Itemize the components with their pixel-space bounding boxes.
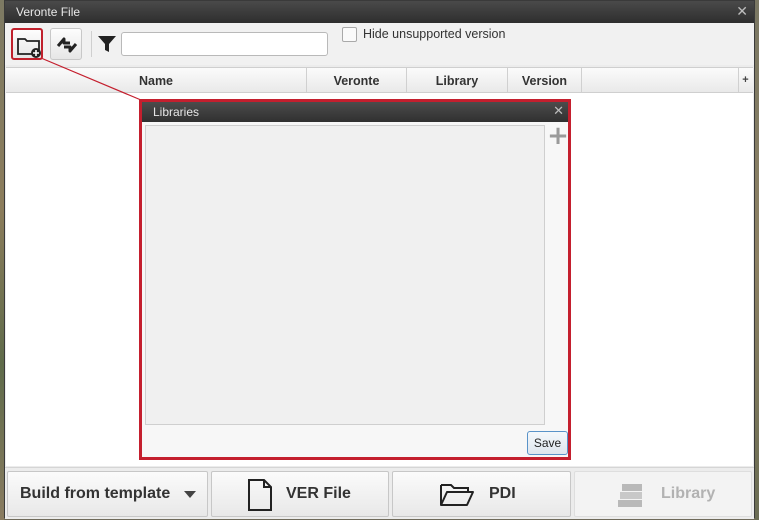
hide-unsupported-checkbox[interactable] <box>342 27 357 42</box>
folder-add-icon <box>17 38 41 58</box>
dialog-titlebar[interactable]: Libraries ✕ <box>142 102 568 122</box>
add-folder-button[interactable] <box>11 28 43 60</box>
window-title: Veronte File <box>16 5 81 19</box>
books-icon <box>618 484 642 507</box>
ver-file-button[interactable]: VER File <box>211 471 389 517</box>
column-header-version[interactable]: Version <box>508 68 582 92</box>
library-button[interactable]: Library <box>574 471 752 517</box>
table-header: Name Veronte Library Version + <box>6 67 753 93</box>
sync-arrows-icon <box>56 37 78 53</box>
column-header-name[interactable]: Name <box>6 68 307 92</box>
save-button[interactable]: Save <box>527 431 568 455</box>
folder-open-icon <box>440 484 474 506</box>
veronte-file-window: Veronte File ✕ Hide unsupported version … <box>4 0 755 519</box>
caret-down-icon <box>184 491 196 498</box>
dialog-close-icon[interactable]: ✕ <box>553 102 564 122</box>
dialog-title: Libraries <box>153 105 200 119</box>
window-titlebar[interactable]: Veronte File ✕ <box>5 1 754 23</box>
libraries-list[interactable] <box>145 125 545 425</box>
bottom-action-bar: Build from template VER File PDI Library <box>5 467 754 519</box>
add-library-icon[interactable]: + <box>547 123 569 149</box>
file-icon <box>248 479 272 511</box>
build-from-template-button[interactable]: Build from template <box>7 471 208 517</box>
window-close-icon[interactable]: ✕ <box>736 1 748 23</box>
add-column-button[interactable]: + <box>738 68 752 92</box>
funnel-icon <box>98 36 116 52</box>
desktop-background <box>755 0 759 520</box>
toolbar: Hide unsupported version <box>5 23 754 65</box>
hide-unsupported-label: Hide unsupported version <box>363 27 506 41</box>
column-header-library[interactable]: Library <box>407 68 508 92</box>
sync-button[interactable] <box>50 28 82 60</box>
pdi-button[interactable]: PDI <box>392 471 571 517</box>
library-label: Library <box>661 485 716 502</box>
ver-file-label: VER File <box>286 485 351 502</box>
filter-input[interactable] <box>121 32 328 56</box>
libraries-dialog: Libraries ✕ + Save <box>139 99 571 460</box>
build-from-template-label: Build from template <box>20 485 171 502</box>
pdi-label: PDI <box>489 485 516 502</box>
column-header-veronte[interactable]: Veronte <box>307 68 407 92</box>
toolbar-separator <box>91 31 92 57</box>
